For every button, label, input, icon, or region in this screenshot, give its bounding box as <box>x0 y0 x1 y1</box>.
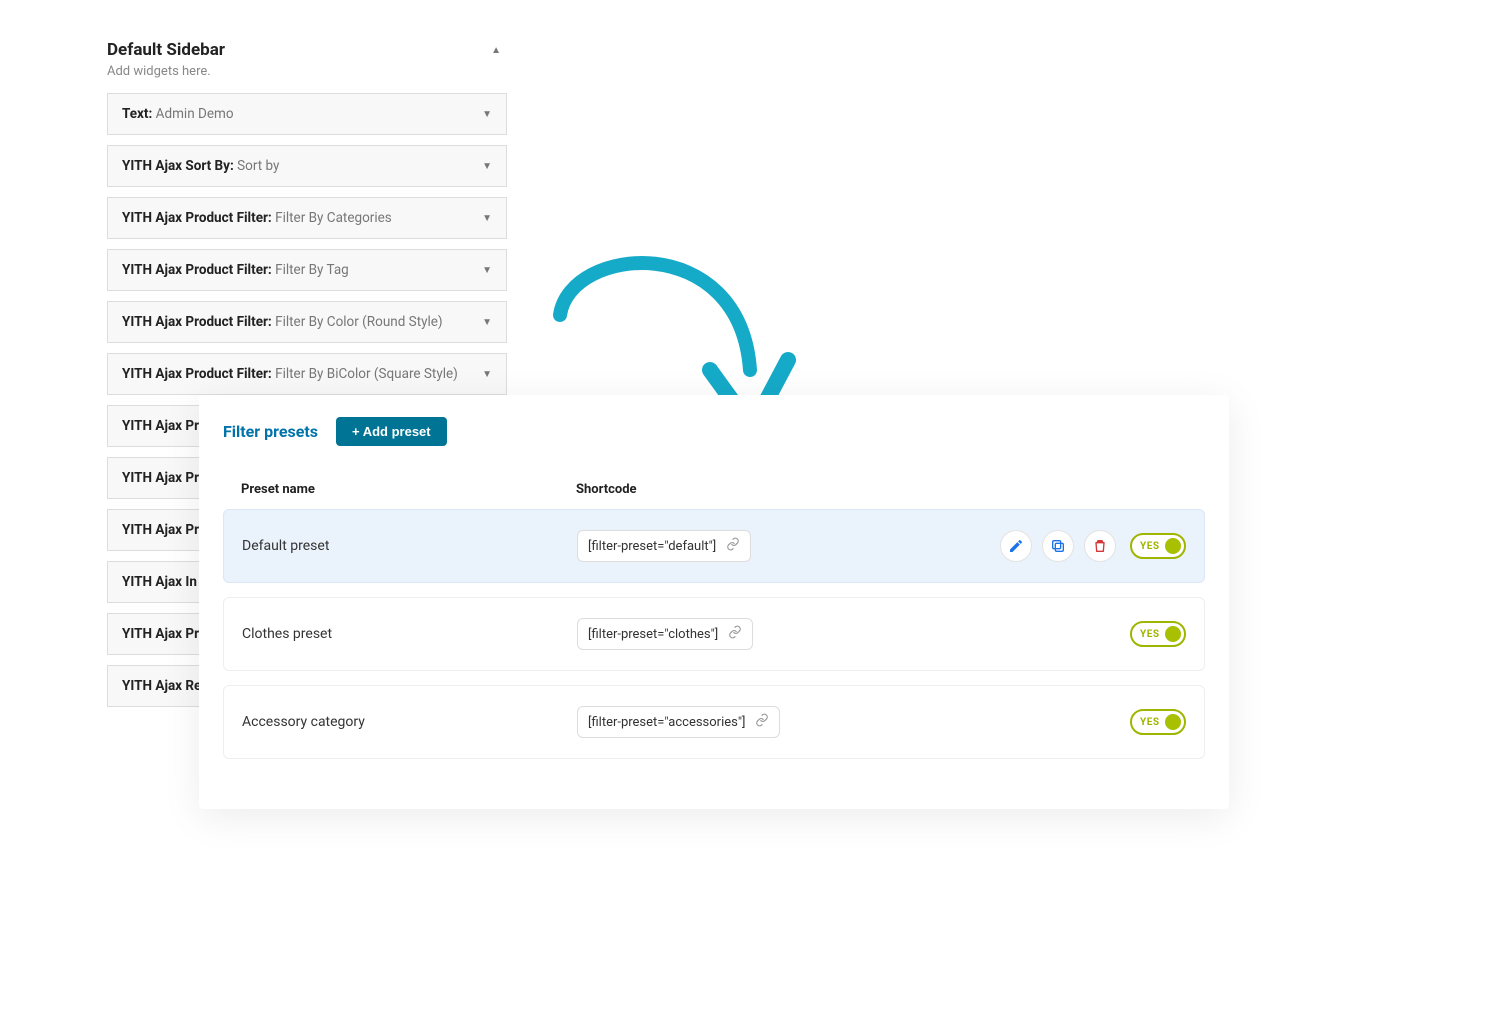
widget-item[interactable]: YITH Ajax Product Filter: Filter By BiCo… <box>107 353 507 395</box>
toggle-knob <box>1165 626 1181 642</box>
widget-item[interactable]: YITH Ajax Product Filter: Filter By Colo… <box>107 301 507 343</box>
enable-toggle[interactable]: YES <box>1130 533 1186 559</box>
copy-icon <box>1050 538 1066 554</box>
widget-item[interactable]: YITH Ajax Sort By: Sort by ▼ <box>107 145 507 187</box>
toggle-label: YES <box>1140 717 1159 728</box>
pencil-icon <box>1008 538 1024 554</box>
widget-label: YITH Ajax Re <box>122 678 201 694</box>
duplicate-button[interactable] <box>1042 530 1074 562</box>
toggle-knob <box>1165 538 1181 554</box>
preset-name: Accessory category <box>242 714 577 730</box>
widget-label: YITH Ajax Pr <box>122 470 199 486</box>
preset-row[interactable]: Accessory category [filter-preset="access… <box>223 685 1205 759</box>
link-icon[interactable] <box>726 537 740 555</box>
sidebar-header[interactable]: Default Sidebar ▲ <box>107 40 507 60</box>
panel-header: Filter presets + Add preset <box>223 417 1205 446</box>
link-icon[interactable] <box>755 713 769 731</box>
panel-title: Filter presets <box>223 422 318 441</box>
preset-row[interactable]: Default preset [filter-preset="default"] Y… <box>223 509 1205 583</box>
link-icon[interactable] <box>728 625 742 643</box>
preset-row[interactable]: Clothes preset [filter-preset="clothes"] Y… <box>223 597 1205 671</box>
widget-label: YITH Ajax Pr <box>122 418 199 434</box>
column-preset-name: Preset name <box>241 482 576 497</box>
widget-label: YITH Ajax Product Filter: Filter By Colo… <box>122 314 443 330</box>
chevron-down-icon: ▼ <box>482 213 492 224</box>
widget-label: YITH Ajax Product Filter: Filter By BiCo… <box>122 366 458 382</box>
enable-toggle[interactable]: YES <box>1130 709 1186 735</box>
shortcode-text: [filter-preset="default"] <box>588 539 716 554</box>
shortcode-field[interactable]: [filter-preset="default"] <box>577 530 751 562</box>
shortcode-text: [filter-preset="clothes"] <box>588 627 718 642</box>
widget-item[interactable]: YITH Ajax Product Filter: Filter By Cate… <box>107 197 507 239</box>
delete-button[interactable] <box>1084 530 1116 562</box>
sidebar-subtitle: Add widgets here. <box>107 64 507 79</box>
widget-label: YITH Ajax Sort By: Sort by <box>122 158 279 174</box>
chevron-down-icon: ▼ <box>482 109 492 120</box>
preset-name: Clothes preset <box>242 626 577 642</box>
toggle-knob <box>1165 714 1181 730</box>
edit-button[interactable] <box>1000 530 1032 562</box>
enable-toggle[interactable]: YES <box>1130 621 1186 647</box>
caret-up-icon: ▲ <box>491 45 501 56</box>
column-shortcode: Shortcode <box>576 482 1187 497</box>
widget-item[interactable]: Text: Admin Demo ▼ <box>107 93 507 135</box>
widget-label: YITH Ajax Pr <box>122 522 199 538</box>
trash-icon <box>1092 538 1108 554</box>
widget-label: YITH Ajax In <box>122 574 197 590</box>
filter-presets-panel: Filter presets + Add preset Preset name … <box>199 395 1229 809</box>
widget-label: YITH Ajax Product Filter: Filter By Tag <box>122 262 349 278</box>
toggle-label: YES <box>1140 629 1159 640</box>
shortcode-field[interactable]: [filter-preset="accessories"] <box>577 706 780 738</box>
shortcode-text: [filter-preset="accessories"] <box>588 715 745 730</box>
chevron-down-icon: ▼ <box>482 317 492 328</box>
table-header: Preset name Shortcode <box>223 470 1205 509</box>
shortcode-field[interactable]: [filter-preset="clothes"] <box>577 618 753 650</box>
add-preset-button[interactable]: + Add preset <box>336 417 447 446</box>
toggle-label: YES <box>1140 541 1159 552</box>
widget-label: Text: Admin Demo <box>122 106 234 122</box>
preset-name: Default preset <box>242 538 577 554</box>
row-actions <box>1000 530 1116 562</box>
widget-label: YITH Ajax Pr <box>122 626 199 642</box>
chevron-down-icon: ▼ <box>482 161 492 172</box>
widget-label: YITH Ajax Product Filter: Filter By Cate… <box>122 210 392 226</box>
widget-item[interactable]: YITH Ajax Product Filter: Filter By Tag ▼ <box>107 249 507 291</box>
chevron-down-icon: ▼ <box>482 369 492 380</box>
chevron-down-icon: ▼ <box>482 265 492 276</box>
sidebar-title: Default Sidebar <box>107 40 225 60</box>
